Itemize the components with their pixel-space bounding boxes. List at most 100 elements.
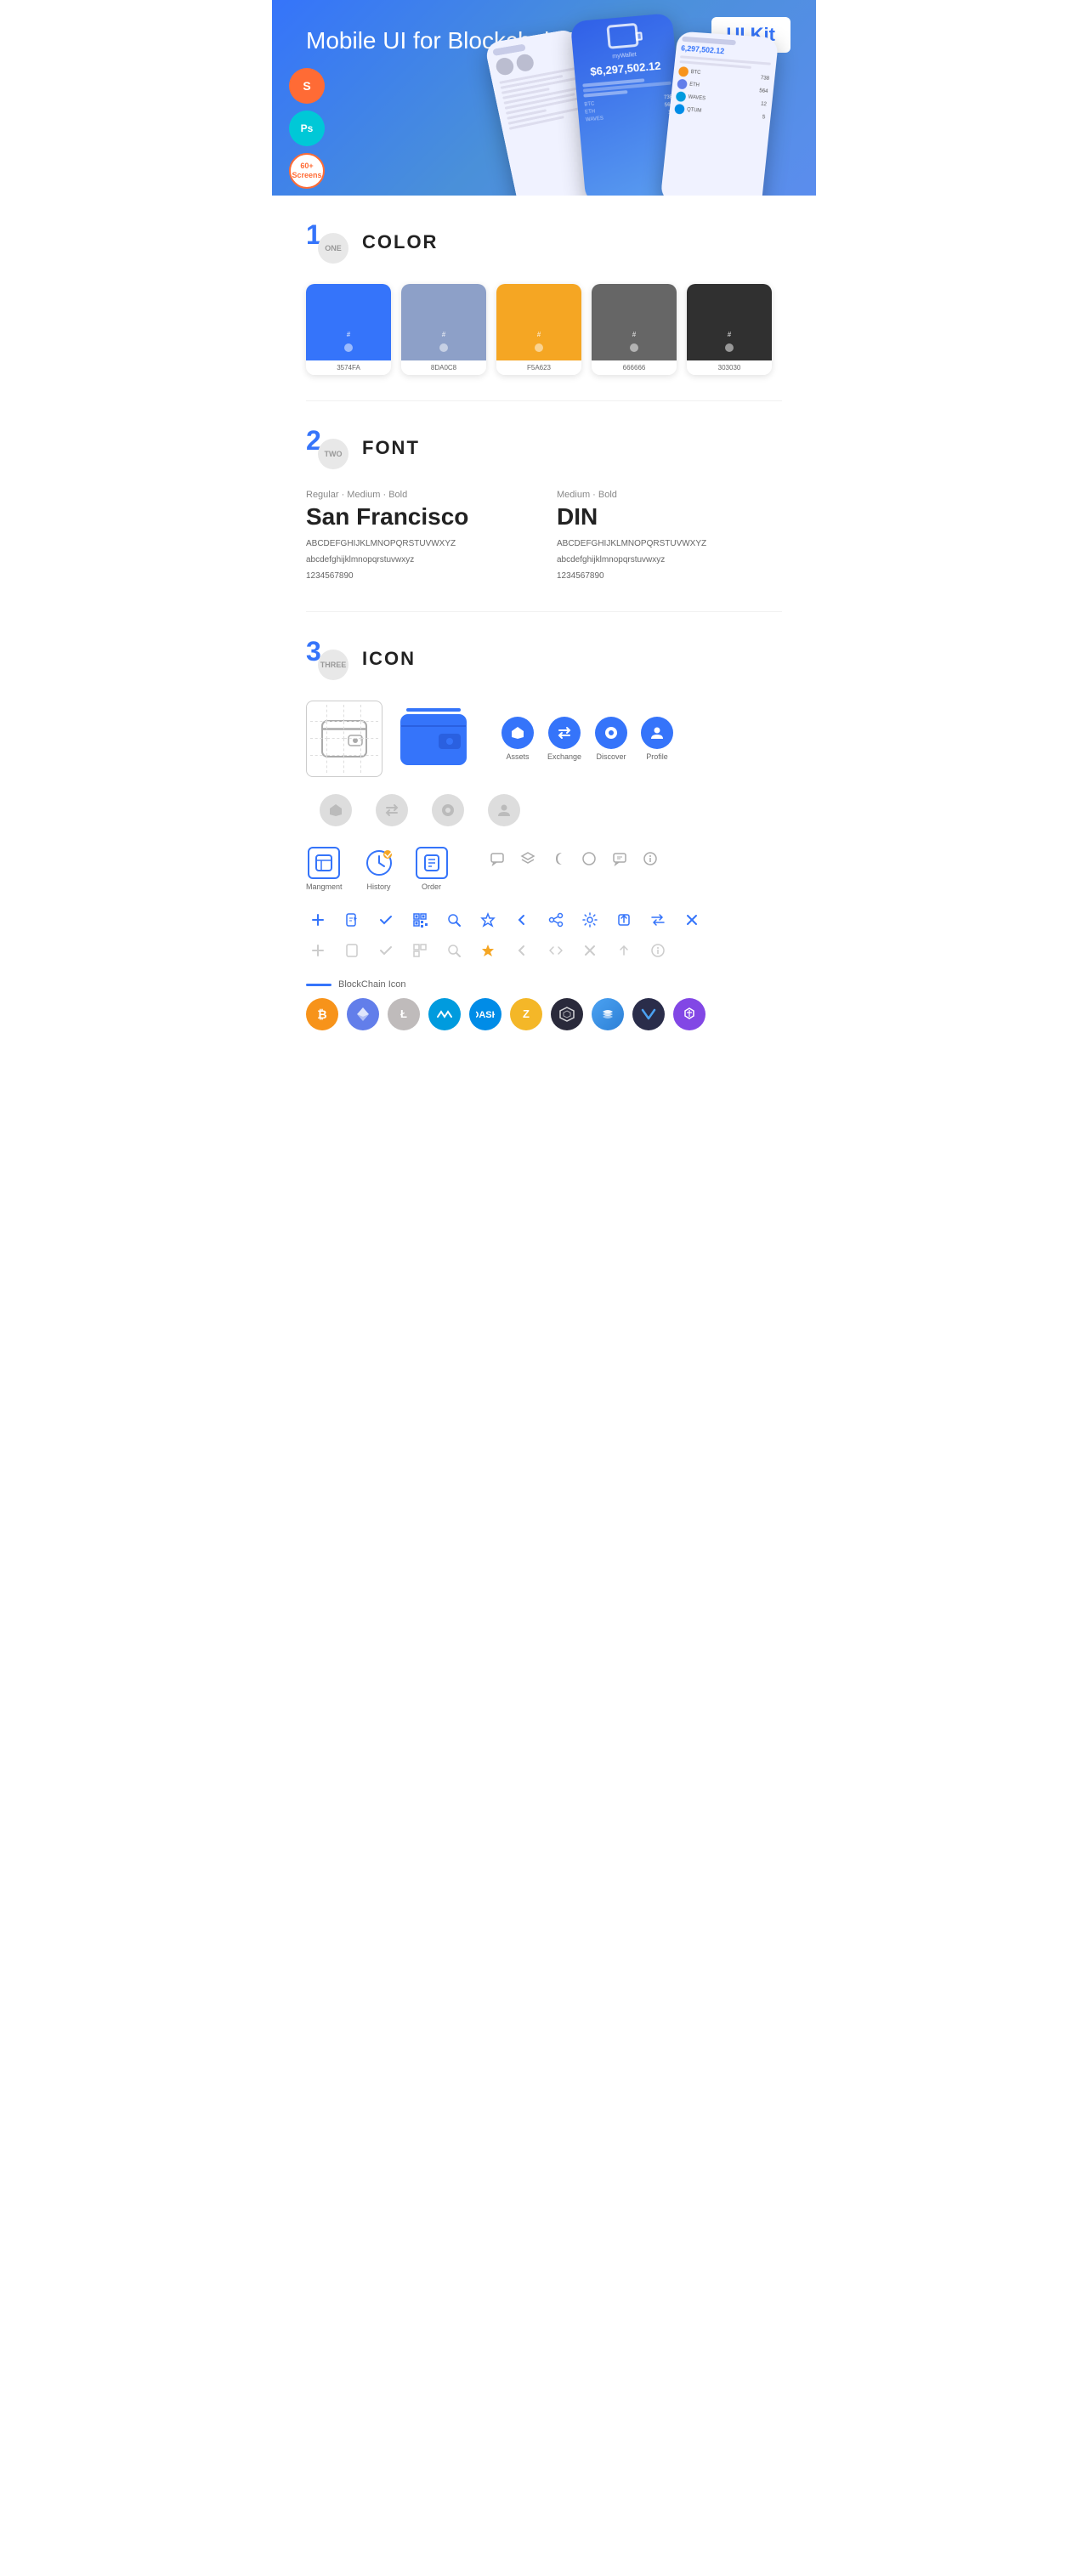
font-grid: Regular · Medium · Bold San Francisco AB… [306,490,782,586]
assets-icon [502,717,534,749]
font-sf: Regular · Medium · Bold San Francisco AB… [306,490,531,586]
color-swatches: # 3574FA # 8DA0C8 # F5A623 # 666666 [306,284,782,375]
order-label: Order [422,882,441,891]
qr-icon [408,908,432,932]
svg-text:₿: ₿ [317,1007,326,1021]
search-icon-grey [442,939,466,962]
crypto-dash: DASH [469,998,502,1030]
swatch-steel: # 8DA0C8 [401,284,486,375]
nav-icon-discover: Discover [595,717,627,761]
app-icon-order: Order [416,847,448,891]
star-icon-grey-filled [476,939,500,962]
phone-mockups: myWallet $6,297,502.12 BTC 738 ETH 564 W… [502,17,808,196]
blockchain-label-row: BlockChain Icon [306,979,782,990]
screens-badge: 60+Screens [289,153,325,189]
history-icon [363,847,395,879]
exchange-label: Exchange [547,752,581,761]
gear-icon [578,908,602,932]
number-word-3: THREE [318,650,348,680]
circle-icon [577,847,601,871]
history-label: History [367,882,391,891]
swatch-gray-label: 666666 [592,360,677,375]
font-din-weight: Medium · Bold [557,490,782,500]
font-sf-name: San Francisco [306,503,531,531]
svg-text:Ł: Ł [400,1007,407,1020]
font-din-lowercase: abcdefghijklmnopqrstuvwxyz [557,553,782,567]
plus-icon-grey [306,939,330,962]
crypto-matic [673,998,706,1030]
discover-icon-grey [432,794,464,826]
swatch-orange-label: F5A623 [496,360,581,375]
crypto-steem [592,998,624,1030]
small-icons-row-grey [306,939,782,962]
upload-icon [612,908,636,932]
nav-icon-exchange-grey [371,794,413,826]
doc-icon-grey [340,939,364,962]
star-icon [476,908,500,932]
info-icon-grey [646,939,670,962]
discover-icon [595,717,627,749]
chevron-left-icon [510,908,534,932]
phone-right: 6,297,502.12 BTC 738 ETH 564 [660,31,779,196]
section-number-icon: 3 THREE ICON [306,638,782,680]
x-icon-grey [578,939,602,962]
plus-icon [306,908,330,932]
swatch-dark-label: 303030 [687,360,772,375]
font-section: 2 TWO FONT Regular · Medium · Bold San F… [272,401,816,611]
sketch-badge: S [289,68,325,104]
wallet-colored [400,708,468,770]
crypto-grid [551,998,583,1030]
assets-icon-grey [320,794,352,826]
crypto-waves [428,998,461,1030]
swatch-steel-label: 8DA0C8 [401,360,486,375]
font-din-name: DIN [557,503,782,531]
exchange-icon-grey [376,794,408,826]
doc-edit-icon [340,908,364,932]
swatch-blue-label: 3574FA [306,360,391,375]
number-word-2: TWO [318,439,348,469]
swatch-orange: # F5A623 [496,284,581,375]
upload-icon-grey [612,939,636,962]
swatch-gray: # 666666 [592,284,677,375]
discover-label: Discover [597,752,626,761]
hero-badges: S Ps 60+Screens [289,68,325,189]
wallet-wireframe-outer [306,701,382,777]
number-circle-3: 3 THREE [306,638,348,680]
profile-label: Profile [646,752,668,761]
utility-icons [485,847,662,871]
chevron-left-icon-grey [510,939,534,962]
section-title-icon: ICON [362,648,416,670]
nav-icon-exchange: Exchange [547,717,581,761]
number-word-1: ONE [318,233,348,264]
section-number-color: 1 ONE COLOR [306,221,782,264]
font-din-uppercase: ABCDEFGHIJKLMNOPQRSTUVWXYZ [557,537,782,551]
icon-grid-main: Assets Exchange Discover [306,701,782,777]
swap-icon [646,908,670,932]
app-icons-row: Mangment History [306,847,782,891]
font-din: Medium · Bold DIN ABCDEFGHIJKLMNOPQRSTUV… [557,490,782,586]
ps-badge: Ps [289,111,325,146]
search-icon [442,908,466,932]
number-circle-1: 1 ONE [306,221,348,264]
check-icon-grey [374,939,398,962]
management-label: Mangment [306,882,343,891]
profile-icon [641,717,673,749]
blockchain-label: BlockChain Icon [338,979,406,990]
moon-icon [547,847,570,871]
wallet-colored-svg [400,708,468,766]
nav-icon-profile: Profile [641,717,673,761]
check-icon [374,908,398,932]
qr-icon-grey [408,939,432,962]
nav-icon-discover-grey [427,794,469,826]
icon-section: 3 THREE ICON [272,612,816,1081]
management-icon [308,847,340,879]
section-number-font: 2 TWO FONT [306,427,782,469]
nav-icon-assets-grey [314,794,357,826]
app-icon-history: History [363,847,395,891]
section-title-color: COLOR [362,231,438,253]
info-icon [638,847,662,871]
number-circle-2: 2 TWO [306,427,348,469]
small-icons-row-1 [306,908,782,932]
swatch-blue: # 3574FA [306,284,391,375]
font-sf-uppercase: ABCDEFGHIJKLMNOPQRSTUVWXYZ [306,537,531,551]
